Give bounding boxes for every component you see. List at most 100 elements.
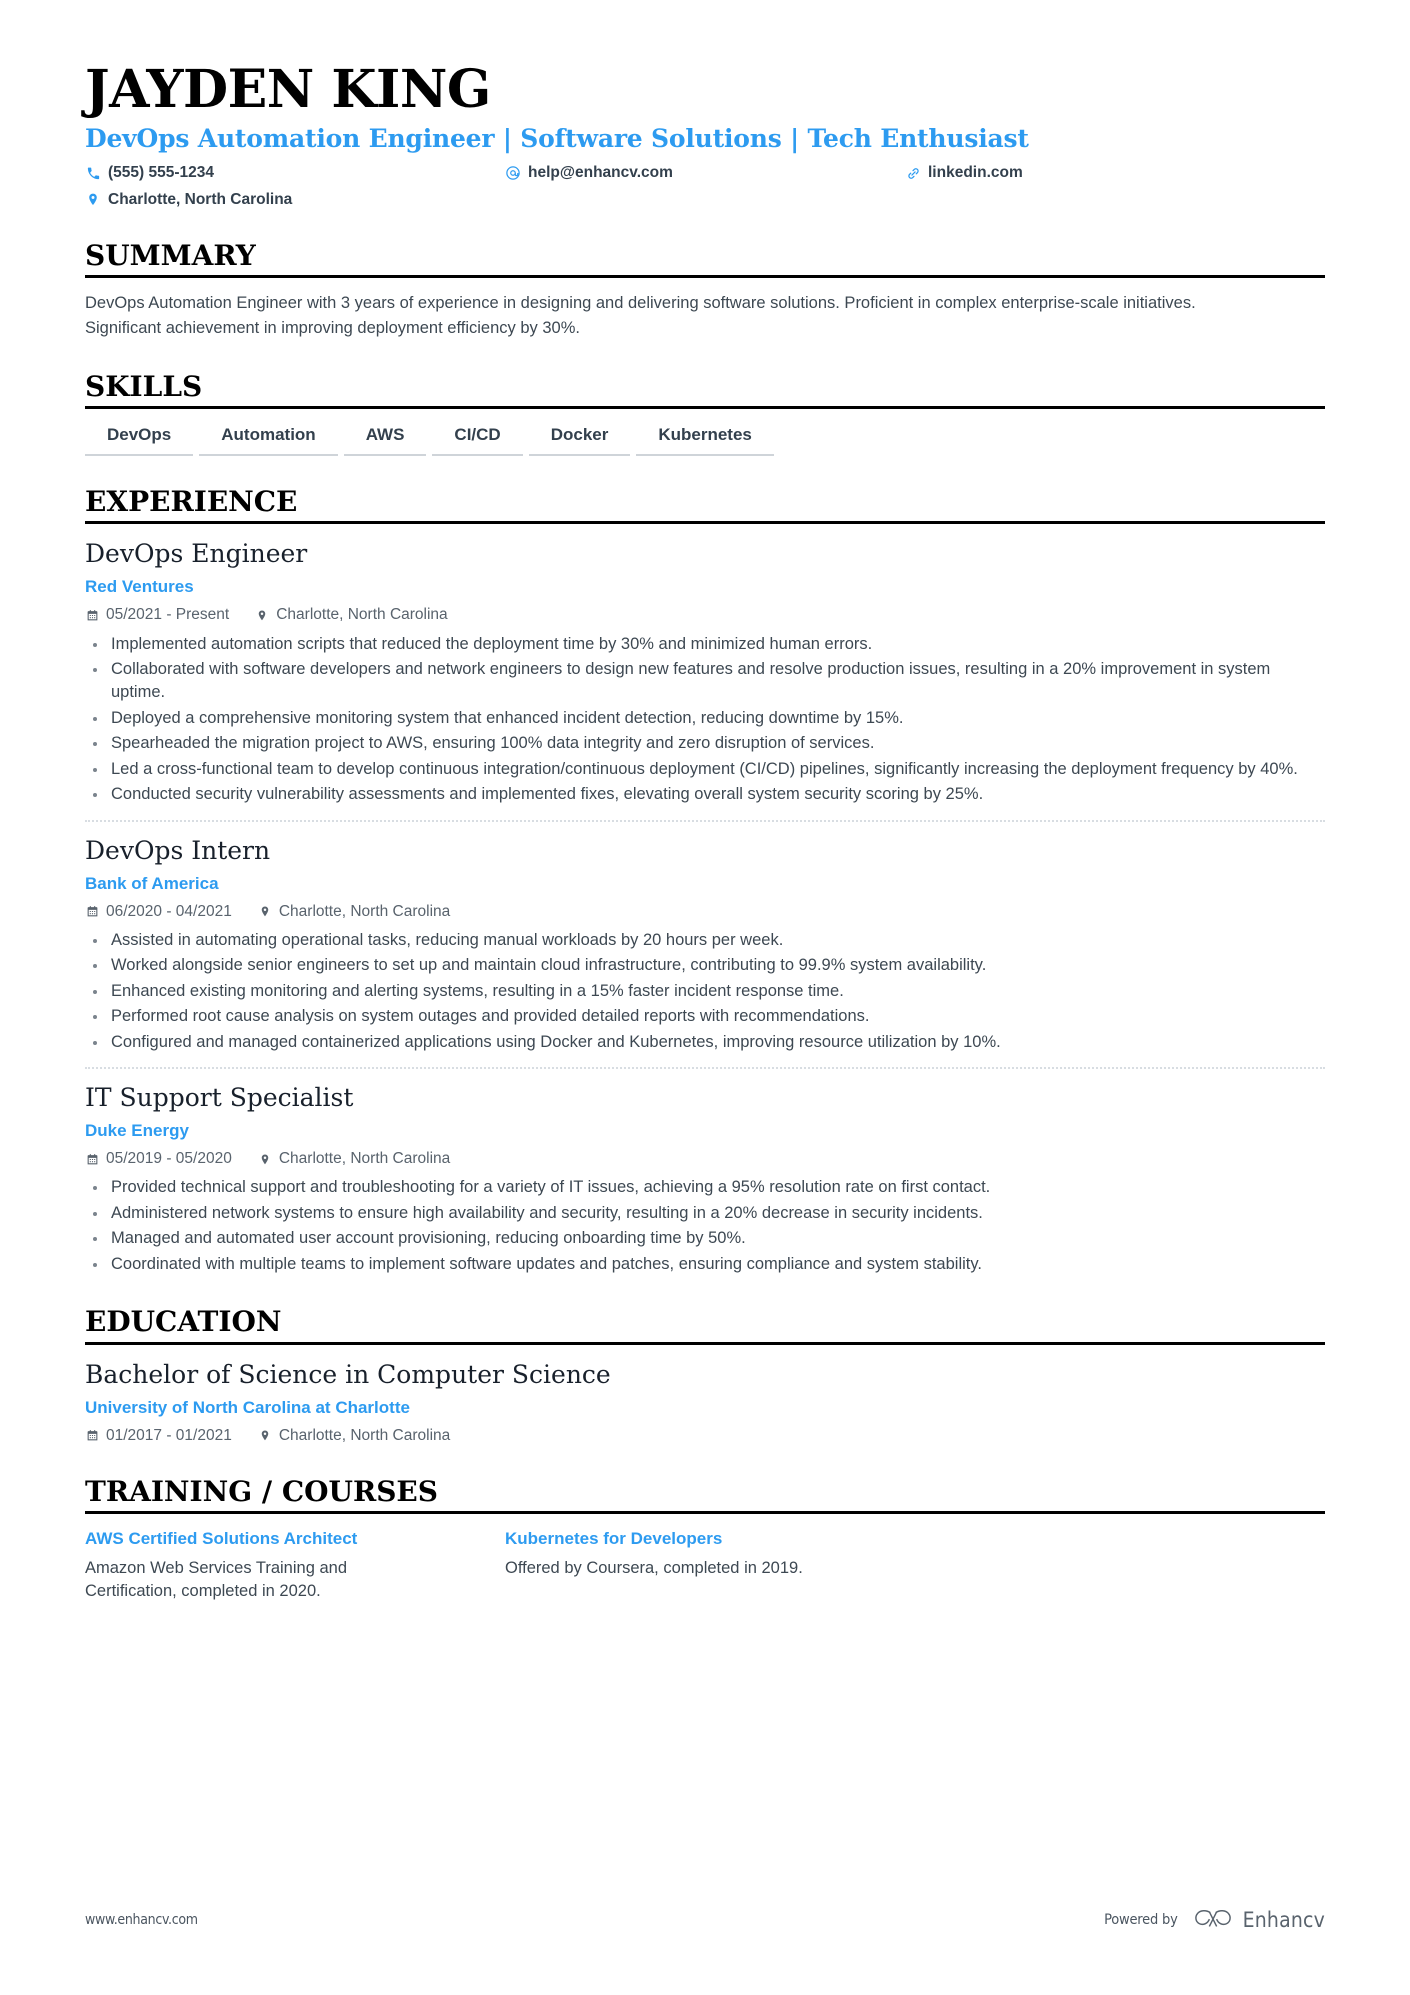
section-title-summary: SUMMARY [85, 238, 256, 272]
section-training: TRAINING / COURSES AWS Certified Solutio… [85, 1476, 1325, 1604]
bullet-item: Worked alongside senior engineers to set… [85, 954, 1325, 977]
enhancv-brand-name: Enhancv [1242, 1908, 1325, 1932]
location-icon [255, 609, 269, 623]
bullet-item: Coordinated with multiple teams to imple… [85, 1253, 1325, 1276]
entry-location: Charlotte, North Carolina [258, 1426, 450, 1446]
education-entries: Bachelor of Science in Computer Science U… [85, 1358, 1325, 1446]
bullet-item: Conducted security vulnerability assessm… [85, 783, 1325, 806]
entry-dates: 05/2021 - Present [85, 605, 229, 625]
skill-chip: CI/CD [432, 425, 523, 456]
bullet-item: Performed root cause analysis on system … [85, 1005, 1325, 1028]
contact-linkedin-label: linkedin.com [928, 164, 1023, 182]
location-icon [258, 1152, 272, 1166]
section-experience: EXPERIENCE DevOps Engineer Red Ventures 05… [85, 484, 1325, 1276]
entry-bullets: Implemented automation scripts that redu… [85, 633, 1325, 807]
section-title-experience: EXPERIENCE [85, 484, 298, 518]
company-name[interactable]: Duke Energy [85, 1120, 1325, 1141]
contact-linkedin[interactable]: linkedin.com [905, 163, 1325, 183]
entry-dates: 05/2019 - 05/2020 [85, 1149, 232, 1169]
entry-meta: 05/2021 - Present Charlotte, North Caroli… [85, 605, 1325, 625]
entry-location-label: Charlotte, North Carolina [278, 1150, 451, 1168]
company-name[interactable]: Red Ventures [85, 576, 1325, 597]
skill-chip: DevOps [85, 425, 194, 456]
entry-bullets: Provided technical support and troublesh… [85, 1176, 1325, 1276]
school-name[interactable]: University of North Carolina at Charlott… [85, 1397, 1325, 1418]
entry-meta: 01/2017 - 01/2021 Charlotte, North Caroli… [85, 1426, 1325, 1446]
resume-header: JAYDEN KING DevOps Automation Engineer |… [85, 62, 1325, 210]
contact-email-label: help@enhancv.com [528, 164, 673, 182]
entry-location-label: Charlotte, North Carolina [276, 606, 448, 624]
footer-website-link[interactable]: www.enhancv.com [85, 1912, 198, 1928]
courses-list: AWS Certified Solutions Architect Amazon … [85, 1528, 1325, 1604]
skills-list: DevOps Automation AWS CI/CD Docker Kubernetes [85, 425, 1325, 456]
experience-entry: DevOps Engineer Red Ventures 05/2021 - Pre… [85, 537, 1325, 806]
bullet-item: Administered network systems to ensure h… [85, 1202, 1325, 1225]
calendar-icon [85, 905, 99, 919]
skill-chip: Kubernetes [636, 425, 774, 456]
section-summary: SUMMARY DevOps Automation Engineer with … [85, 238, 1325, 341]
calendar-icon [85, 1152, 99, 1166]
education-entry: Bachelor of Science in Computer Science U… [85, 1358, 1325, 1446]
section-skills: SKILLS DevOps Automation AWS CI/CD Docker Kub… [85, 369, 1325, 456]
course-entry: Kubernetes for Developers Offered by Cour… [505, 1528, 1325, 1604]
bullet-item: Led a cross-functional team to develop c… [85, 758, 1325, 781]
entry-dates-label: 01/2017 - 01/2021 [106, 1426, 232, 1444]
course-name[interactable]: AWS Certified Solutions Architect [85, 1528, 505, 1549]
page-footer: www.enhancv.com Powered by Enhancv [85, 1907, 1325, 1933]
bullet-item: Assisted in automating operational tasks… [85, 929, 1325, 952]
location-icon [258, 1429, 272, 1443]
degree-title: Bachelor of Science in Computer Science [85, 1359, 611, 1389]
experience-entries: DevOps Engineer Red Ventures 05/2021 - Pre… [85, 537, 1325, 1276]
entry-bullets: Assisted in automating operational tasks… [85, 929, 1325, 1054]
section-divider [85, 1511, 1325, 1515]
contact-details: (555) 555-1234 help@enhancv.com linkedin… [85, 163, 1325, 209]
enhancv-mark-icon [1194, 1910, 1231, 1927]
entry-dates: 06/2020 - 04/2021 [85, 902, 232, 922]
section-title-education: EDUCATION [85, 1305, 282, 1339]
phone-icon [85, 165, 101, 181]
bullet-item: Collaborated with software developers an… [85, 658, 1325, 705]
calendar-icon [85, 609, 99, 623]
location-icon [258, 905, 272, 919]
contact-email[interactable]: help@enhancv.com [505, 163, 905, 183]
calendar-icon [85, 1429, 99, 1443]
skill-chip: AWS [343, 425, 427, 456]
course-name[interactable]: Kubernetes for Developers [505, 1528, 1325, 1549]
course-entry: AWS Certified Solutions Architect Amazon … [85, 1528, 505, 1604]
bullet-item: Provided technical support and troublesh… [85, 1176, 1325, 1199]
experience-entry: DevOps Intern Bank of America 06/2020 - 04… [85, 819, 1325, 1055]
entry-meta: 05/2019 - 05/2020 Charlotte, North Caroli… [85, 1149, 1325, 1169]
professional-headline: DevOps Automation Engineer | Software So… [85, 124, 1029, 154]
entry-dates-label: 05/2021 - Present [106, 606, 230, 624]
job-title: IT Support Specialist [85, 1083, 354, 1113]
section-education: EDUCATION Bachelor of Science in Compute… [85, 1306, 1325, 1446]
section-title-skills: SKILLS [85, 369, 203, 403]
contact-location: Charlotte, North Carolina [85, 190, 505, 210]
entry-dates-label: 06/2020 - 04/2021 [106, 902, 232, 920]
company-name[interactable]: Bank of America [85, 873, 1325, 894]
entry-dates-label: 05/2019 - 05/2020 [106, 1150, 232, 1168]
summary-text: DevOps Automation Engineer with 3 years … [85, 294, 1196, 337]
entry-dates: 01/2017 - 01/2021 [85, 1426, 232, 1446]
section-divider [85, 275, 1325, 278]
course-description: Offered by Coursera, completed in 2019. [505, 1558, 803, 1577]
section-divider [85, 521, 1325, 525]
skill-chip: Automation [199, 425, 338, 456]
experience-entry: IT Support Specialist Duke Energy 05/2019 … [85, 1067, 1325, 1276]
contact-phone-label: (555) 555-1234 [108, 164, 214, 182]
location-icon [85, 192, 101, 208]
bullet-item: Managed and automated user account provi… [85, 1227, 1325, 1250]
section-title-training: TRAINING / COURSES [85, 1474, 438, 1508]
email-icon [505, 165, 521, 181]
entry-meta: 06/2020 - 04/2021 Charlotte, North Caroli… [85, 902, 1325, 922]
job-title: DevOps Engineer [85, 539, 308, 569]
page-title: JAYDEN KING [85, 59, 491, 120]
enhancv-logo: Enhancv [1192, 1907, 1325, 1933]
entry-location-label: Charlotte, North Carolina [278, 902, 451, 920]
skill-chip: Docker [528, 425, 631, 456]
entry-location-label: Charlotte, North Carolina [278, 1426, 451, 1444]
section-divider [85, 405, 1325, 409]
contact-phone[interactable]: (555) 555-1234 [85, 163, 505, 183]
bullet-item: Deployed a comprehensive monitoring syst… [85, 707, 1325, 730]
section-divider [85, 1341, 1325, 1345]
